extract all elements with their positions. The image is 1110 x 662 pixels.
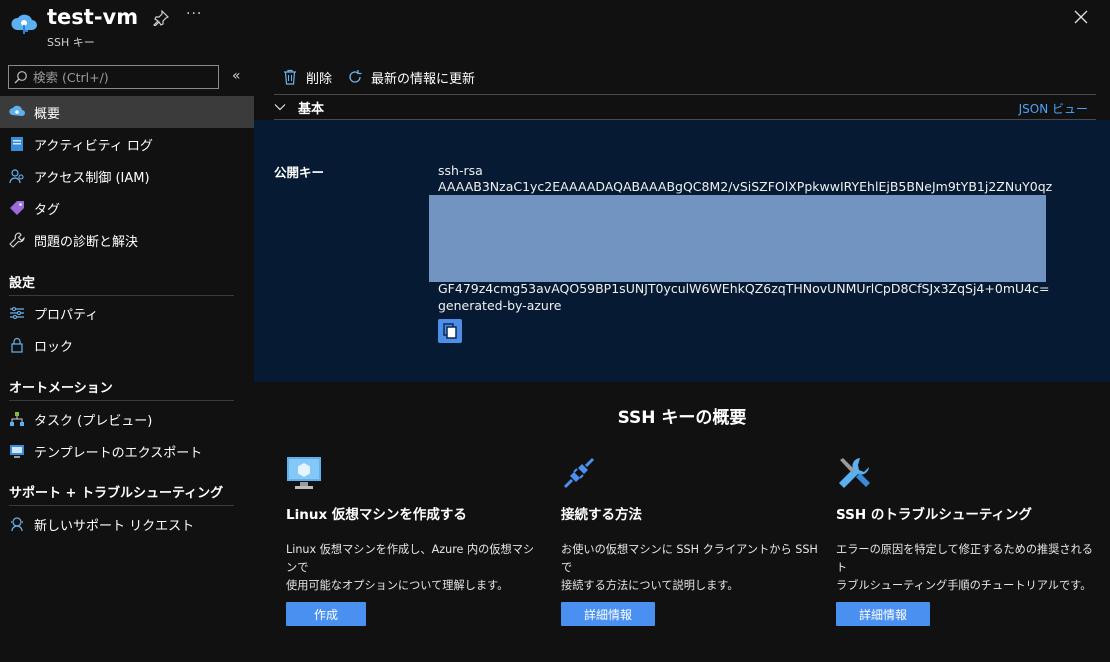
trash-icon	[284, 69, 296, 85]
public-key-text: ssh-rsa	[438, 163, 483, 178]
overview-icon	[9, 105, 25, 116]
card-description-line: ラブルシューティング手順のチュートリアルです。	[836, 579, 1092, 592]
lock-icon	[11, 337, 23, 353]
sidebar-item-locks[interactable]: ロック	[0, 329, 254, 361]
search-icon	[14, 71, 27, 84]
refresh-button[interactable]: 最新の情報に更新	[347, 67, 475, 87]
public-key-text: AAAAB3NzaC1yc2EAAAADAQABAAABgQC8M2/vSiSZ…	[438, 179, 1053, 194]
blade-header: test-vm SSH キー ···	[0, 0, 1110, 60]
section-label: 基本	[298, 101, 325, 117]
divider	[9, 505, 234, 506]
wrench-icon	[9, 232, 25, 248]
public-key-label: 公開キー	[274, 165, 325, 180]
plug-icon	[563, 457, 595, 489]
sidebar-item-label: タグ	[34, 202, 61, 218]
copy-icon	[443, 323, 457, 339]
redacted-region	[429, 195, 1046, 282]
ssh-key-cloud-icon	[11, 14, 37, 34]
card-description: Linux 仮想マシンを作成し、Azure 内の仮想マシンで 使用可能なオプショ…	[286, 541, 544, 595]
nav-group-automation: オートメーション	[9, 381, 113, 396]
copy-to-clipboard-button[interactable]	[438, 319, 462, 343]
refresh-icon	[349, 70, 362, 83]
card-description: お使いの仮想マシンに SSH クライアントから SSH で 接続する方法について…	[561, 541, 819, 595]
properties-icon	[10, 307, 24, 319]
export-template-icon	[10, 445, 24, 458]
virtual-machine-icon	[287, 457, 321, 489]
collapse-sidebar-icon[interactable]: «	[232, 68, 241, 84]
divider	[9, 400, 234, 401]
sidebar-item-activity-log[interactable]: アクティビティ ログ	[0, 128, 254, 160]
refresh-label: 最新の情報に更新	[371, 71, 476, 87]
tag-icon	[10, 201, 24, 215]
card-description: エラーの原因を特定して修正するための推奨されるト ラブルシューティング手順のチュ…	[836, 541, 1094, 595]
public-key-panel: 公開キー ssh-rsa AAAAB3NzaC1yc2EAAAADAQABAAA…	[254, 120, 1110, 382]
sidebar-item-label: プロパティ	[34, 307, 99, 323]
card-title: Linux 仮想マシンを作成する	[286, 507, 467, 523]
sidebar-item-export-template[interactable]: テンプレートのエクスポート	[0, 435, 254, 467]
delete-label: 削除	[306, 71, 333, 87]
sidebar-item-label: 新しいサポート リクエスト	[34, 518, 195, 534]
card-title: 接続する方法	[561, 507, 642, 523]
sidebar-item-label: 概要	[34, 106, 61, 122]
close-icon[interactable]	[1073, 9, 1089, 25]
sidebar-item-label: アクティビティ ログ	[34, 138, 153, 154]
divider	[9, 295, 234, 296]
sidebar-item-tasks[interactable]: タスク (プレビュー)	[0, 403, 254, 435]
tools-icon	[839, 458, 870, 488]
nav-group-settings: 設定	[9, 276, 36, 291]
essentials-toggle[interactable]: 基本	[274, 95, 1096, 119]
sidebar-item-label: アクセス制御 (IAM)	[34, 170, 150, 186]
learn-more-button[interactable]: 詳細情報	[836, 602, 930, 626]
search-box	[8, 65, 219, 89]
card-description-line: Linux 仮想マシンを作成し、Azure 内の仮想マシンで	[286, 543, 535, 574]
main-content: 削除 最新の情報に更新 基本 JSON ビュー 公開キー ssh-rsa AAA…	[254, 60, 1110, 662]
search-input[interactable]	[33, 68, 213, 86]
pin-icon[interactable]	[153, 10, 169, 26]
more-options-button[interactable]: ···	[186, 6, 202, 22]
create-button[interactable]: 作成	[286, 602, 366, 626]
sidebar-item-label: テンプレートのエクスポート	[34, 445, 203, 461]
sidebar-item-label: タスク (プレビュー)	[34, 413, 153, 429]
learn-more-button[interactable]: 詳細情報	[561, 602, 655, 626]
card-description-line: 使用可能なオプションについて理解します。	[286, 579, 509, 592]
tasks-icon	[10, 412, 24, 426]
sidebar: « 概要 アクティビティ ログ アクセス制御 (IAM) タグ	[0, 60, 254, 662]
card-title: SSH のトラブルシューティング	[836, 507, 1033, 523]
sidebar-item-label: 問題の診断と解決	[34, 234, 139, 250]
public-key-text: generated-by-azure	[438, 298, 562, 313]
sidebar-item-properties[interactable]: プロパティ	[0, 297, 254, 329]
sidebar-item-tags[interactable]: タグ	[0, 192, 254, 224]
sidebar-item-new-support-request[interactable]: 新しいサポート リクエスト	[0, 508, 254, 540]
activity-log-icon	[11, 137, 23, 151]
sidebar-item-label: ロック	[34, 339, 74, 355]
access-control-icon	[9, 169, 24, 184]
card-description-line: お使いの仮想マシンに SSH クライアントから SSH で	[561, 543, 818, 574]
sidebar-item-diagnose[interactable]: 問題の診断と解決	[0, 224, 254, 256]
page-subtitle: SSH キー	[47, 36, 95, 49]
card-description-line: 接続する方法について説明します。	[561, 579, 739, 592]
support-icon	[11, 517, 23, 532]
sidebar-item-overview[interactable]: 概要	[0, 96, 254, 128]
nav-group-support: サポート + トラブルシューティング	[9, 486, 224, 501]
json-view-link[interactable]: JSON ビュー	[1019, 100, 1088, 117]
public-key-text: GF479z4cmg53avAQO59BP1sUNJT0yculW6WEhkQZ…	[438, 281, 1050, 296]
sidebar-item-iam[interactable]: アクセス制御 (IAM)	[0, 160, 254, 192]
chevron-down-icon	[274, 104, 286, 111]
card-description-line: エラーの原因を特定して修正するための推奨されるト	[836, 543, 1093, 574]
page-title: test-vm	[47, 5, 139, 29]
overview-title: SSH キーの概要	[617, 408, 747, 428]
delete-button[interactable]: 削除	[282, 67, 332, 87]
